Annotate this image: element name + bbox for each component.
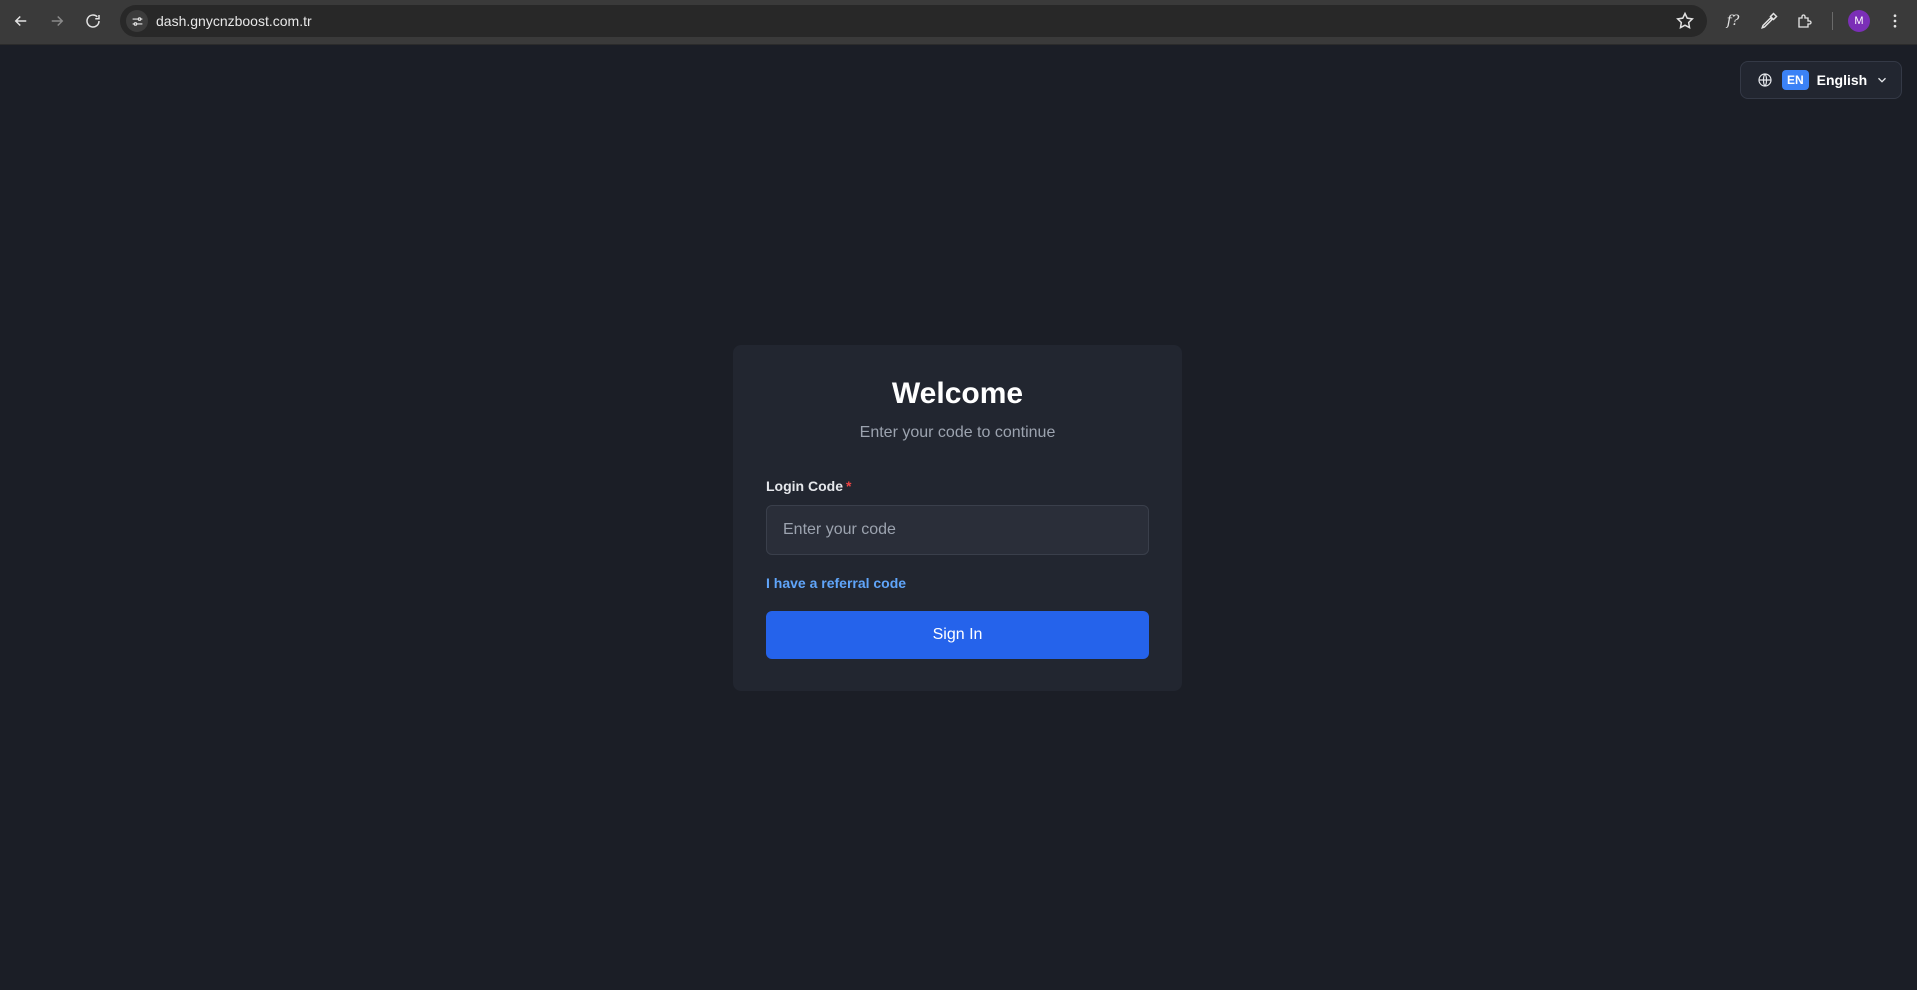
login-code-label-text: Login Code: [766, 478, 843, 494]
back-button[interactable]: [7, 7, 35, 35]
address-bar[interactable]: dash.gnycnzboost.com.tr: [120, 5, 1707, 37]
page-subtitle: Enter your code to continue: [859, 424, 1056, 441]
kebab-menu-icon[interactable]: [1883, 9, 1907, 33]
profile-avatar[interactable]: M: [1848, 10, 1870, 32]
login-code-input[interactable]: [766, 505, 1149, 555]
reload-button[interactable]: [79, 7, 107, 35]
login-code-label: Login Code *: [766, 478, 851, 494]
extensions-icon[interactable]: [1793, 9, 1817, 33]
chevron-down-icon: [1878, 77, 1887, 83]
toolbar-divider: [1832, 12, 1833, 30]
bookmark-star-icon[interactable]: [1675, 11, 1695, 31]
referral-code-link[interactable]: I have a referral code: [766, 575, 906, 591]
page-title: Welcome: [891, 377, 1024, 410]
forward-button[interactable]: [43, 7, 71, 35]
url-text: dash.gnycnzboost.com.tr: [156, 13, 312, 29]
language-name: English: [1816, 72, 1868, 88]
font-icon[interactable]: f?: [1721, 9, 1745, 33]
forward-arrow-icon: [51, 15, 64, 27]
browser-toolbar: dash.gnycnzboost.com.tr f? M: [0, 0, 1917, 45]
sign-in-button[interactable]: Sign In: [766, 611, 1149, 659]
site-info-icon[interactable]: [126, 10, 148, 32]
language-code-badge: EN: [1782, 70, 1809, 90]
reload-icon: [86, 14, 100, 28]
required-mark: *: [846, 478, 852, 494]
back-arrow-icon: [14, 15, 27, 27]
language-switcher[interactable]: EN English: [1740, 61, 1902, 99]
login-card: Welcome Enter your code to continue Logi…: [733, 345, 1182, 691]
globe-icon: [1758, 73, 1772, 87]
eyedropper-icon[interactable]: [1757, 9, 1781, 33]
